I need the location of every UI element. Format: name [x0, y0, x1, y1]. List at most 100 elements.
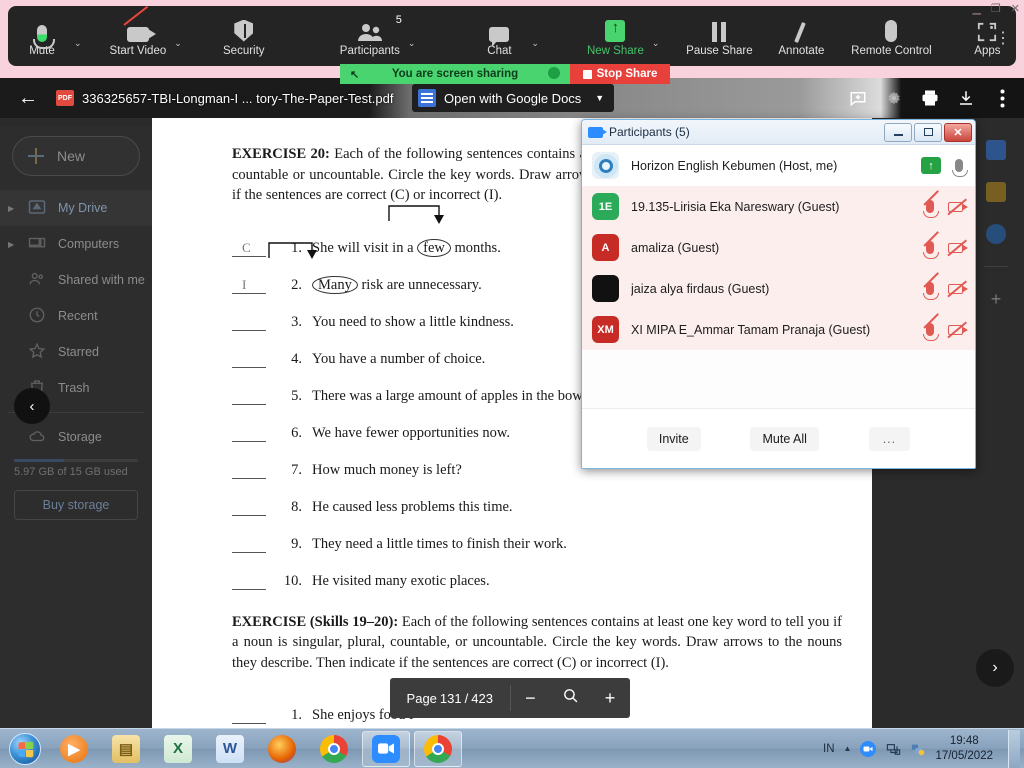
language-indicator[interactable]: IN — [823, 743, 835, 755]
participants-label: Participants — [339, 44, 400, 57]
add-comment-icon[interactable] — [842, 82, 874, 114]
excel-icon[interactable]: X — [154, 731, 202, 767]
sidebar-item-my-drive[interactable]: ▶ My Drive — [0, 190, 152, 226]
start-video-button[interactable]: Start Video — [104, 5, 173, 64]
chevron-down-icon[interactable]: ⌄ — [650, 24, 666, 49]
sidebar-item-storage[interactable]: Storage — [0, 419, 152, 455]
print-icon[interactable] — [914, 82, 946, 114]
network-icon[interactable] — [885, 741, 901, 757]
camera-off-icon[interactable] — [948, 324, 968, 335]
microphone-muted-icon[interactable] — [923, 323, 939, 341]
show-desktop-button[interactable] — [1008, 729, 1020, 768]
sidebar-item-computers[interactable]: ▶ Computers — [0, 226, 152, 262]
answer-blank — [232, 392, 266, 405]
chevron-down-icon[interactable]: ⌄ — [406, 24, 422, 49]
add-app-icon[interactable]: + — [991, 289, 1002, 310]
camera-off-icon[interactable] — [948, 283, 968, 294]
security-button[interactable]: Security — [214, 8, 274, 64]
download-icon[interactable] — [950, 82, 982, 114]
header-tools — [842, 78, 1018, 118]
chat-button[interactable]: Chat — [469, 8, 529, 64]
zoom-tray-icon[interactable] — [860, 740, 877, 757]
mute-button[interactable]: Mute — [12, 8, 72, 64]
action-center-icon[interactable] — [910, 741, 926, 757]
close-icon[interactable]: ✕ — [1011, 2, 1020, 15]
new-button[interactable]: New — [12, 136, 140, 176]
annotate-button[interactable]: Annotate — [771, 8, 831, 64]
remote-control-button[interactable]: Remote Control — [851, 8, 932, 64]
tasks-icon[interactable] — [986, 224, 1006, 244]
new-share-button[interactable]: New Share — [581, 8, 650, 64]
stop-share-label: Stop Share — [596, 68, 658, 80]
shield-lock-icon — [548, 67, 560, 79]
restore-icon[interactable]: ❐ — [991, 2, 1001, 15]
participant-row[interactable]: A amaliza (Guest) — [582, 227, 975, 268]
answer-value: I — [242, 276, 247, 292]
chevron-down-icon[interactable]: ⌄ — [72, 24, 88, 49]
chevron-right-icon[interactable]: ▶ — [8, 204, 18, 213]
sidebar-item-shared-with-me[interactable]: Shared with me — [0, 262, 152, 298]
chevron-down-icon[interactable]: ⌄ — [172, 24, 188, 49]
participant-row[interactable]: XM XI MIPA E_Ammar Tamam Pranaja (Guest) — [582, 309, 975, 350]
participant-row[interactable]: Horizon English Kebumen (Host, me) ↑ — [582, 145, 975, 186]
microphone-muted-icon[interactable] — [923, 200, 939, 218]
zoom-out-button[interactable]: − — [517, 688, 543, 709]
chevron-down-icon[interactable]: ▼ — [589, 93, 610, 103]
microphone-muted-icon[interactable] — [923, 282, 939, 300]
toolbar-overflow-icon[interactable]: ⋮ — [995, 28, 1012, 48]
media-player-icon[interactable]: ▶ — [50, 731, 98, 767]
clock[interactable]: 19:48 17/05/2022 — [935, 734, 993, 763]
raise-hand-icon[interactable]: ↑ — [921, 157, 941, 174]
sidebar-item-recent[interactable]: Recent — [0, 298, 152, 334]
microphone-muted-icon[interactable] — [923, 241, 939, 259]
page-indicator[interactable]: Page 131 / 423 — [390, 691, 510, 706]
chevron-down-icon[interactable]: ⌄ — [529, 24, 545, 49]
zoom-in-button[interactable]: + — [597, 688, 623, 709]
mute-all-button[interactable]: Mute All — [750, 426, 819, 451]
pause-icon — [710, 16, 728, 42]
camera-off-icon[interactable] — [948, 201, 968, 212]
more-vert-icon[interactable] — [986, 82, 1018, 114]
zoom-icon[interactable] — [557, 687, 583, 709]
pause-share-button[interactable]: Pause Share — [686, 8, 753, 64]
open-with-google-docs-button[interactable]: Open with Google Docs ▼ — [412, 84, 615, 112]
question-number: 5. — [291, 387, 302, 404]
participants-button[interactable]: 5 Participants — [334, 8, 406, 64]
chevron-right-icon[interactable]: ▶ — [8, 240, 18, 249]
sidebar-item-starred[interactable]: Starred — [0, 334, 152, 370]
previous-page-button[interactable]: ‹ — [14, 388, 50, 424]
buy-storage-button[interactable]: Buy storage — [14, 490, 138, 520]
close-icon[interactable]: ✕ — [944, 122, 972, 142]
minimize-icon[interactable] — [884, 122, 912, 142]
chrome-icon[interactable] — [310, 731, 358, 767]
participant-row[interactable]: 1E 19.135-Lirisia Eka Nareswary (Guest) — [582, 186, 975, 227]
minimize-icon[interactable]: ▁ — [972, 2, 980, 15]
question-number: 7. — [291, 461, 302, 478]
firefox-icon[interactable] — [258, 731, 306, 767]
browser-window-controls[interactable]: ▁ ❐ ✕ — [972, 2, 1020, 15]
microphone-icon[interactable] — [952, 159, 968, 177]
start-video-label: Start Video — [109, 44, 167, 57]
gear-icon[interactable] — [878, 82, 910, 114]
keep-icon[interactable] — [986, 182, 1006, 202]
camera-off-icon[interactable] — [948, 242, 968, 253]
back-arrow-icon[interactable]: ← — [0, 78, 56, 118]
current-page-value[interactable]: 131 — [440, 691, 462, 706]
more-options-button[interactable]: ... — [868, 426, 911, 451]
participants-titlebar[interactable]: Participants (5) ✕ — [582, 120, 975, 145]
zoom-taskbar-icon[interactable] — [362, 730, 410, 767]
stop-share-button[interactable]: Stop Share — [570, 64, 670, 84]
chrome-window-taskbar-icon[interactable] — [414, 730, 462, 767]
invite-button[interactable]: Invite — [646, 426, 701, 451]
maximize-icon[interactable] — [914, 122, 942, 142]
calendar-icon[interactable] — [986, 140, 1006, 160]
start-orb-icon[interactable] — [2, 731, 48, 767]
next-page-button[interactable]: › — [976, 649, 1014, 687]
viewer-header: ← PDF 336325657-TBI-Longman-I ... tory-T… — [0, 78, 1024, 118]
word-icon[interactable]: W — [206, 731, 254, 767]
show-hidden-icons-icon[interactable]: ▲ — [844, 744, 852, 753]
file-explorer-icon[interactable]: ▤ — [102, 731, 150, 767]
sidebar-item-label: Computers — [58, 237, 120, 251]
participant-row[interactable]: jaiza alya firdaus (Guest) — [582, 268, 975, 309]
camera-off-icon — [123, 5, 156, 42]
